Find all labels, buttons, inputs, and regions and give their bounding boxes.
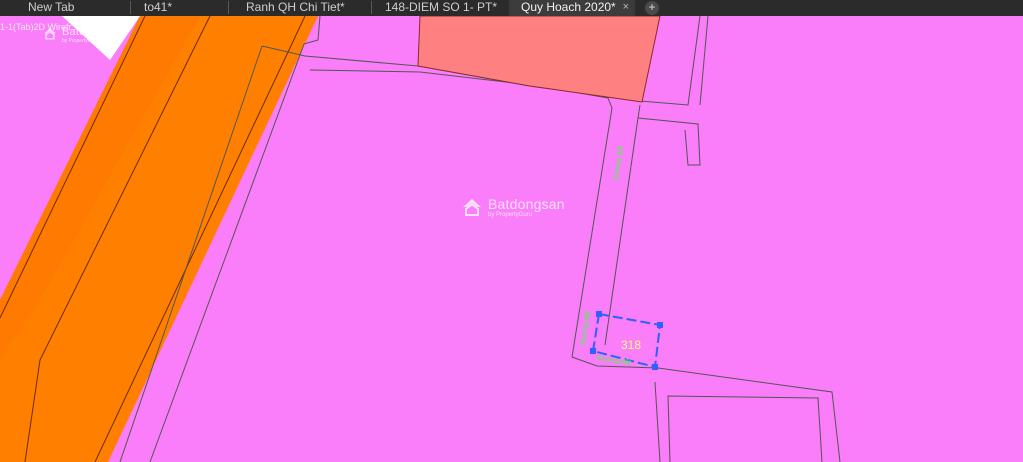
- watermark-sub: by PropertyGuru: [488, 212, 533, 218]
- road-boundary: [637, 117, 701, 166]
- tab-148-diem-so-1-pt[interactable]: 148-DIEM SO 1- PT*: [371, 0, 509, 16]
- watermark: Batdongsan by PropertyGuru: [42, 22, 123, 44]
- parcel-grip[interactable]: [590, 348, 596, 354]
- tab-new-tab[interactable]: New Tab: [0, 0, 130, 16]
- parcel-grip[interactable]: [657, 322, 663, 328]
- road-boundary: [637, 104, 641, 119]
- road-boundary: [571, 107, 841, 462]
- tab-quy-hoach-2020[interactable]: Quy Hoach 2020* ×: [509, 0, 635, 16]
- road-boundary: [654, 381, 661, 462]
- road-label: Đường đất: [578, 311, 592, 346]
- road-label: Đường đất: [597, 353, 632, 367]
- batdongsan-logo-icon: [463, 199, 481, 216]
- tab-label: 148-DIEM SO 1- PT*: [385, 0, 498, 14]
- tab-ranh-qh-chi-tiet[interactable]: Ranh QH Chi Tiet*: [228, 0, 371, 16]
- tab-bar: New Tab to41* Ranh QH Chi Tiet* 148-DIEM…: [0, 0, 1023, 16]
- tab-to41[interactable]: to41*: [130, 0, 228, 16]
- watermark-sub: by PropertyGuru: [62, 38, 99, 44]
- parcel-grip[interactable]: [596, 311, 602, 317]
- batdongsan-logo-icon: [44, 27, 56, 39]
- salmon-block: [417, 15, 661, 103]
- parcel-number: 318: [621, 338, 641, 352]
- tab-label: Quy Hoach 2020*: [521, 0, 616, 14]
- road-boundary: [699, 15, 709, 106]
- road-label: Đường đất: [611, 146, 625, 181]
- watermark-name: Batdongsan: [62, 26, 123, 38]
- watermark: Batdongsan by PropertyGuru: [460, 196, 565, 218]
- watermark-name: Batdongsan: [488, 196, 565, 212]
- map-canvas[interactable]: 318 Đường đất Đường đất Đường đất: [0, 0, 1023, 462]
- lot-boundary: [667, 395, 823, 462]
- tab-separator: [228, 1, 229, 14]
- tab-separator: [130, 1, 131, 14]
- parcel-grip[interactable]: [652, 364, 658, 370]
- new-tab-button[interactable]: +: [645, 1, 659, 15]
- tab-separator: [371, 1, 372, 14]
- close-icon[interactable]: ×: [623, 0, 629, 15]
- tab-label: Ranh QH Chi Tiet*: [246, 0, 345, 14]
- tab-label: New Tab: [28, 0, 75, 14]
- tab-label: to41*: [144, 0, 173, 14]
